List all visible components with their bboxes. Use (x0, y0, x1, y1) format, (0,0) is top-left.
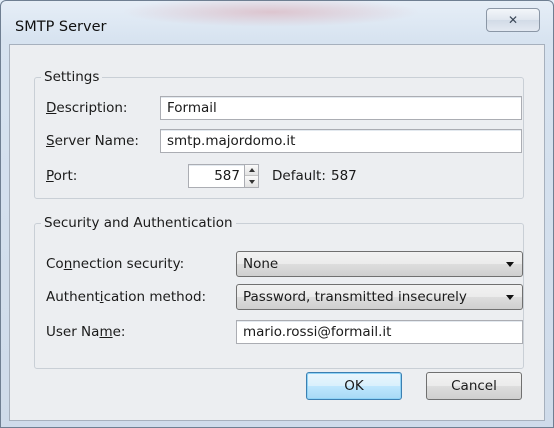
port-default-value: 587 (331, 168, 357, 184)
port-stepper[interactable] (244, 164, 259, 188)
port-decrement-button[interactable] (245, 176, 258, 187)
port-label: Port: (46, 168, 78, 184)
dialog-title: SMTP Server (15, 19, 107, 35)
description-field[interactable]: Formail (160, 96, 522, 120)
port-field[interactable]: 587 (188, 164, 245, 188)
user-name-label: User Name: (46, 324, 126, 340)
arrow-up-icon (248, 168, 255, 172)
title-bar-background (121, 1, 421, 27)
smtp-server-dialog: SMTP Server ✕ Settings Description: Form… (0, 0, 554, 428)
chevron-down-icon (506, 295, 514, 300)
close-icon: ✕ (507, 13, 519, 27)
server-name-field[interactable]: smtp.majordomo.it (160, 129, 522, 153)
user-name-field[interactable]: mario.rossi@formail.it (236, 320, 523, 344)
connection-security-label: Connection security: (46, 256, 185, 272)
server-name-label: Server Name: (46, 133, 139, 149)
description-label: Description: (46, 100, 128, 116)
connection-security-select[interactable]: None (236, 251, 523, 277)
cancel-button[interactable]: Cancel (426, 372, 522, 400)
chevron-down-icon (506, 262, 514, 267)
port-default-label: Default: (272, 168, 326, 184)
auth-method-label: Authentication method: (46, 289, 207, 305)
security-legend: Security and Authentication (41, 215, 236, 231)
port-increment-button[interactable] (245, 165, 258, 176)
connection-security-value: None (243, 256, 279, 272)
ok-button[interactable]: OK (306, 372, 402, 400)
auth-method-select[interactable]: Password, transmitted insecurely (236, 284, 523, 310)
dialog-body: Settings Description: Formail Server Nam… (9, 44, 545, 421)
auth-method-value: Password, transmitted insecurely (243, 289, 467, 305)
arrow-down-icon (248, 179, 255, 184)
settings-legend: Settings (41, 69, 103, 85)
close-button[interactable]: ✕ (486, 8, 540, 32)
